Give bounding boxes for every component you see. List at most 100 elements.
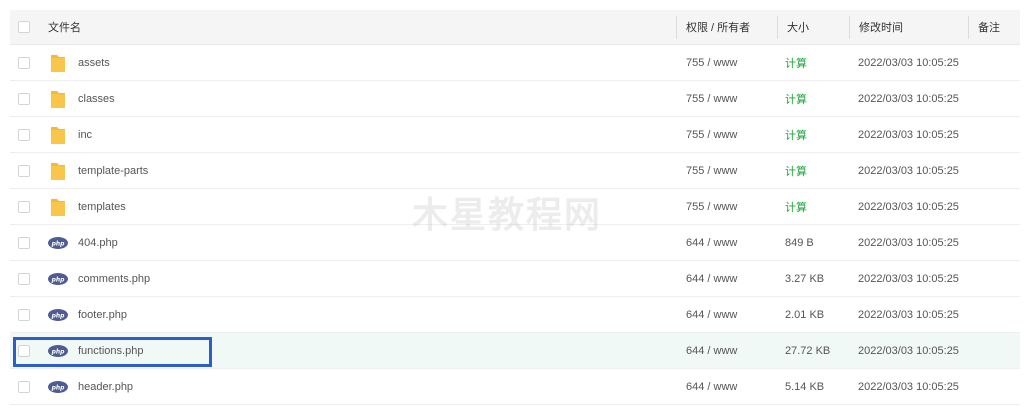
file-name-cell[interactable]: php footer.php [48,297,127,332]
file-name[interactable]: comments.php [78,273,150,285]
file-name[interactable]: assets [78,57,110,69]
file-permission[interactable]: 644 / www [686,369,737,404]
calculate-size-link[interactable]: 计算 [785,153,807,188]
file-row[interactable]: php 404.php 644 / www 849 B 2022/03/03 10:05… [10,225,1020,261]
file-name-cell[interactable]: templates [48,189,126,224]
file-name[interactable]: footer.php [78,309,127,321]
file-row[interactable]: php comments.php 644 / www 3.27 KB 2022/03/0… [10,261,1020,297]
calculate-size-link[interactable]: 计算 [785,189,807,224]
calculate-size-link[interactable]: 计算 [785,117,807,152]
folder-icon [48,161,68,181]
row-checkbox-cell[interactable] [18,153,30,188]
file-size: 27.72 KB [785,344,831,357]
file-modified-time: 2022/03/03 10:05:25 [858,380,959,393]
svg-text:php: php [51,348,66,355]
file-modified-time: 2022/03/03 10:05:25 [858,56,959,69]
row-checkbox-cell[interactable] [18,45,30,80]
file-permission[interactable]: 644 / www [686,297,737,332]
file-row[interactable]: templates 755 / www 计算 2022/03/03 10:05:25 [10,189,1020,225]
file-name[interactable]: 404.php [78,237,118,249]
file-name-cell[interactable]: php comments.php [48,261,150,296]
column-header-modified-time[interactable]: 修改时间 [859,10,903,44]
row-checkbox-cell[interactable] [18,297,30,332]
calculate-size-link[interactable]: 计算 [785,81,807,116]
file-row[interactable]: inc 755 / www 计算 2022/03/03 10:05:25 [10,117,1020,153]
file-modified-time: 2022/03/03 10:05:25 [858,272,959,285]
column-header-name[interactable]: 文件名 [48,10,81,44]
file-size: 5.14 KB [785,380,825,393]
folder-icon [48,89,68,109]
file-name-cell[interactable]: inc [48,117,92,152]
file-row[interactable]: php footer.php 644 / www 2.01 KB 2022/03/03 … [10,297,1020,333]
folder-icon [48,197,68,217]
file-modified-time: 2022/03/03 10:05:25 [858,344,959,357]
file-row[interactable]: php functions.php 644 / www 27.72 KB 2022/03… [10,333,1020,369]
file-modified-time: 2022/03/03 10:05:25 [858,164,959,177]
row-checkbox[interactable] [18,128,30,141]
file-permission[interactable]: 644 / www [686,261,737,296]
file-row[interactable]: php header.php 644 / www 5.14 KB 2022/03/03 … [10,369,1020,405]
svg-text:php: php [51,384,66,391]
column-header-size[interactable]: 大小 [787,10,809,44]
file-list: assets 755 / www 计算 2022/03/03 10:05:25 clas… [10,45,1020,405]
file-permission[interactable]: 755 / www [686,81,737,116]
file-row[interactable]: assets 755 / www 计算 2022/03/03 10:05:25 [10,45,1020,81]
file-permission[interactable]: 644 / www [686,333,737,368]
file-modified-time: 2022/03/03 10:05:25 [858,200,959,213]
column-divider[interactable] [777,16,778,39]
file-name[interactable]: template-parts [78,165,148,177]
column-header-note[interactable]: 备注 [978,10,1000,44]
row-checkbox[interactable] [18,308,30,321]
row-checkbox-cell[interactable] [18,261,30,296]
select-all-checkbox[interactable] [18,21,30,33]
row-checkbox[interactable] [18,236,30,249]
row-checkbox[interactable] [18,272,30,285]
file-row[interactable]: template-parts 755 / www 计算 2022/03/03 10:0… [10,153,1020,189]
file-permission[interactable]: 755 / www [686,153,737,188]
select-all-checkbox-cell[interactable] [18,10,30,44]
file-permission[interactable]: 644 / www [686,225,737,260]
file-name[interactable]: classes [78,93,115,105]
column-divider[interactable] [849,16,850,39]
file-size: 849 B [785,236,814,249]
calculate-size-link[interactable]: 计算 [785,45,807,80]
file-modified-time: 2022/03/03 10:05:25 [858,128,959,141]
row-checkbox-cell[interactable] [18,81,30,116]
row-checkbox-cell[interactable] [18,117,30,152]
file-name-cell[interactable]: php header.php [48,369,133,404]
php-file-icon: php [48,233,68,253]
row-checkbox[interactable] [18,200,30,213]
file-name-cell[interactable]: php functions.php [48,333,143,368]
file-name[interactable]: inc [78,129,92,141]
column-divider[interactable] [676,16,677,39]
row-checkbox[interactable] [18,380,30,393]
file-permission[interactable]: 755 / www [686,45,737,80]
file-row[interactable]: classes 755 / www 计算 2022/03/03 10:05:25 [10,81,1020,117]
row-checkbox-cell[interactable] [18,189,30,224]
file-name[interactable]: templates [78,201,126,213]
file-name[interactable]: header.php [78,381,133,393]
file-name-cell[interactable]: php 404.php [48,225,118,260]
file-permission[interactable]: 755 / www [686,189,737,224]
file-table: 文件名 权限 / 所有者 大小 修改时间 备注 assets 755 / www 计… [10,10,1020,405]
row-checkbox[interactable] [18,164,30,177]
file-modified-time: 2022/03/03 10:05:25 [858,308,959,321]
file-modified-time: 2022/03/03 10:05:25 [858,92,959,105]
row-checkbox[interactable] [18,344,30,357]
row-checkbox[interactable] [18,56,30,69]
row-checkbox-cell[interactable] [18,225,30,260]
row-checkbox-cell[interactable] [18,369,30,404]
file-name-cell[interactable]: classes [48,81,115,116]
file-permission[interactable]: 755 / www [686,117,737,152]
column-divider[interactable] [968,16,969,39]
row-checkbox-cell[interactable] [18,333,30,368]
column-header-permission[interactable]: 权限 / 所有者 [686,10,750,44]
file-name[interactable]: functions.php [78,345,143,357]
php-file-icon: php [48,269,68,289]
svg-text:php: php [51,240,66,247]
php-file-icon: php [48,341,68,361]
table-header: 文件名 权限 / 所有者 大小 修改时间 备注 [10,10,1020,45]
row-checkbox[interactable] [18,92,30,105]
file-name-cell[interactable]: assets [48,45,110,80]
file-name-cell[interactable]: template-parts [48,153,148,188]
